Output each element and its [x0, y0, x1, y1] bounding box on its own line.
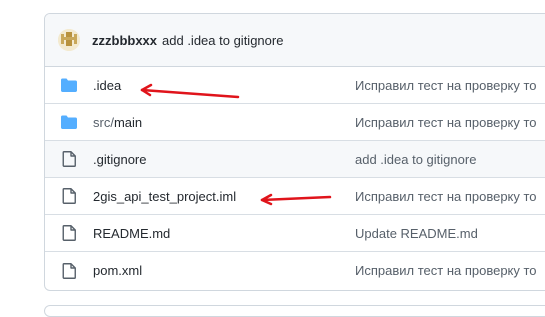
file-commit-message[interactable]: add .idea to gitignore [355, 152, 476, 167]
file-commit-message[interactable]: Исправил тест на проверку то [355, 78, 537, 93]
file-name-link[interactable]: .idea [93, 78, 355, 93]
next-section-box [44, 305, 545, 317]
file-icon [61, 262, 77, 279]
file-name-link[interactable]: src/main [93, 115, 355, 130]
file-commit-message[interactable]: Исправил тест на проверку то [355, 189, 537, 204]
file-row-src-main[interactable]: src/main Исправил тест на проверку то [45, 104, 545, 141]
latest-commit-header: zzzbbbxxx add .idea to gitignore [45, 14, 545, 67]
file-commit-message[interactable]: Исправил тест на проверку то [355, 263, 537, 278]
file-icon [61, 225, 77, 241]
file-name-link[interactable]: 2gis_api_test_project.iml [93, 189, 355, 204]
file-name-link[interactable]: pom.xml [93, 263, 355, 278]
avatar-identicon-icon [58, 29, 80, 51]
file-icon [61, 188, 77, 204]
directory-leaf: main [113, 114, 143, 130]
file-icon [61, 151, 77, 167]
file-commit-message[interactable]: Исправил тест на проверку то [355, 115, 537, 130]
file-name-link[interactable]: README.md [93, 226, 355, 241]
file-name-link[interactable]: .gitignore [93, 152, 355, 167]
directory-prefix: src/ [93, 114, 114, 130]
file-row-gitignore[interactable]: .gitignore add .idea to gitignore [45, 141, 545, 178]
author-avatar[interactable] [58, 29, 80, 51]
file-row-iml[interactable]: 2gis_api_test_project.iml Исправил тест … [45, 178, 545, 215]
file-row-idea[interactable]: .idea Исправил тест на проверку то [45, 67, 545, 104]
repo-file-browser: zzzbbbxxx add .idea to gitignore .idea И… [44, 13, 545, 291]
folder-icon [61, 77, 77, 93]
folder-icon [61, 114, 77, 130]
commit-author-link[interactable]: zzzbbbxxx [92, 33, 157, 48]
file-row-pom[interactable]: pom.xml Исправил тест на проверку то [45, 252, 545, 289]
file-commit-message[interactable]: Update README.md [355, 226, 478, 241]
commit-message-link[interactable]: add .idea to gitignore [162, 33, 283, 48]
file-row-readme[interactable]: README.md Update README.md [45, 215, 545, 252]
